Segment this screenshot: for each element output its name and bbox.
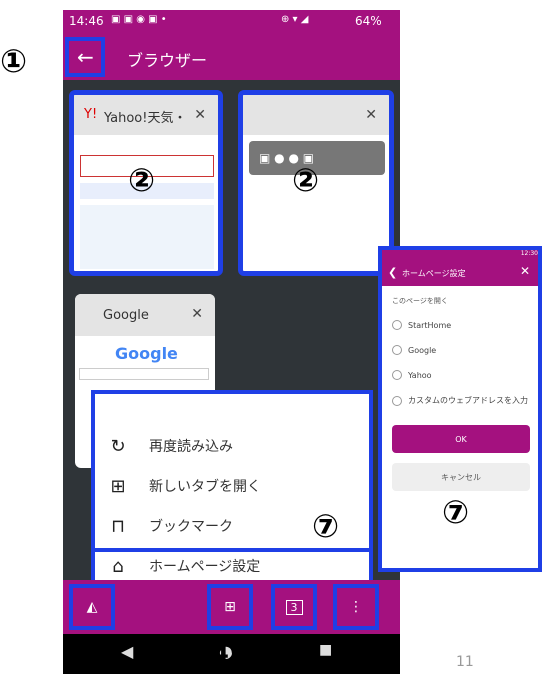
tab-count: 3 — [285, 599, 303, 615]
page-number: 11 — [456, 654, 474, 670]
ok-button[interactable]: OK — [392, 425, 530, 453]
refresh-icon: ↻ — [110, 435, 126, 457]
menu-label: 再度読み込み — [149, 439, 233, 455]
arrow-left-icon: ← — [77, 45, 94, 69]
radio-option[interactable]: StartHome — [392, 320, 451, 330]
nav-recents-icon[interactable]: ■ — [319, 642, 332, 658]
close-icon[interactable]: ✕ — [520, 264, 530, 278]
radio-icon — [392, 345, 402, 355]
battery-level: 64% — [355, 14, 382, 28]
tab-header: ✕ — [243, 95, 389, 135]
callout-2: ② — [128, 161, 156, 199]
tab-header: Y! Yahoo!天気・ ✕ — [74, 95, 218, 135]
close-icon[interactable]: ✕ — [191, 306, 203, 322]
radio-option[interactable]: Yahoo — [392, 370, 432, 380]
tab-switcher-button[interactable]: 3 — [271, 584, 317, 630]
callout-4: ④ — [208, 635, 236, 673]
radio-icon — [392, 395, 402, 406]
dialog-title: ホームページ設定 — [402, 269, 466, 278]
close-icon[interactable]: ✕ — [365, 107, 377, 123]
bookmark-icon: ⊓ — [110, 515, 126, 537]
dialog-time: 12:30 — [520, 250, 538, 257]
signal-icons: ⊕ ▾ ◢ — [281, 14, 309, 25]
menu-label: 新しいタブを開く — [149, 479, 261, 495]
menu-item-reload[interactable]: ↻ 再度読み込み — [105, 428, 365, 464]
status-bar: 14:46 ▣ ▣ ◉ ▣ • ⊕ ▾ ◢ 64% — [63, 10, 400, 34]
menu-label: ブックマーク — [149, 519, 233, 535]
new-tab-button[interactable]: ⊞ — [207, 584, 253, 630]
plus-square-icon: ⊞ — [110, 475, 126, 497]
google-logo: Google — [115, 344, 178, 363]
more-menu-button[interactable]: ⋮ — [333, 584, 379, 630]
yahoo-logo-icon: Y! — [84, 107, 98, 122]
phone-screen: 14:46 ▣ ▣ ◉ ▣ • ⊕ ▾ ◢ 64% ← ブラウザー Y! Yah… — [63, 10, 400, 674]
dialog-status-bar: 12:30 — [382, 250, 538, 258]
tab-header: Google ✕ — [75, 294, 215, 336]
callout-7b: ⑦ — [442, 493, 470, 531]
incognito-icon: ◭ — [86, 599, 98, 615]
incognito-button[interactable]: ◭ — [69, 584, 115, 630]
more-vert-icon: ⋮ — [349, 599, 363, 615]
weather-map — [80, 205, 214, 269]
plus-square-icon: ⊞ — [224, 599, 236, 615]
cancel-button[interactable]: キャンセル — [392, 463, 530, 491]
callout-1: ① — [0, 42, 28, 80]
notification-icons: ▣ ▣ ◉ ▣ • — [111, 14, 167, 25]
back-button[interactable]: ← — [65, 37, 105, 77]
radio-label: StartHome — [408, 320, 452, 330]
radio-option[interactable]: カスタムのウェブアドレスを入力 — [392, 395, 528, 406]
tab-title: Yahoo!天気・ — [104, 111, 187, 126]
dialog-header: ❮ ホームページ設定 ✕ — [382, 258, 538, 286]
tab-title: Google — [103, 308, 149, 323]
nav-back-icon[interactable]: ◀ — [121, 642, 133, 661]
menu-item-homepage-settings[interactable]: ⌂ ホームページ設定 — [91, 548, 373, 584]
google-search-box — [79, 368, 209, 380]
dialog-subtitle: このページを開く — [392, 297, 448, 305]
callout-6: ⑥ — [334, 635, 362, 673]
menu-label: ホームページ設定 — [149, 559, 261, 575]
callout-2b: ② — [292, 161, 320, 199]
callout-3: ③ — [70, 635, 98, 673]
callout-5: ⑤ — [272, 635, 300, 673]
chevron-left-icon[interactable]: ❮ — [388, 266, 397, 279]
radio-icon — [392, 320, 402, 330]
bottom-toolbar: ◭ ⊞ 3 ⋮ — [63, 580, 400, 634]
menu-item-new-tab[interactable]: ⊞ 新しいタブを開く — [105, 468, 365, 504]
home-icon: ⌂ — [112, 555, 124, 577]
page-title: ブラウザー — [127, 51, 208, 70]
callout-7: ⑦ — [312, 507, 340, 545]
close-icon[interactable]: ✕ — [194, 107, 206, 123]
radio-label: Yahoo — [408, 370, 432, 380]
radio-icon — [392, 370, 402, 380]
status-time: 14:46 — [69, 14, 104, 28]
radio-label: Google — [408, 345, 437, 355]
overflow-menu: ↻ 再度読み込み ⊞ 新しいタブを開く ⊓ ブックマーク ⌂ ホームページ設定 — [91, 390, 373, 586]
radio-label: カスタムのウェブアドレスを入力 — [408, 396, 528, 405]
app-bar: ← ブラウザー — [63, 34, 400, 80]
radio-option[interactable]: Google — [392, 345, 436, 355]
